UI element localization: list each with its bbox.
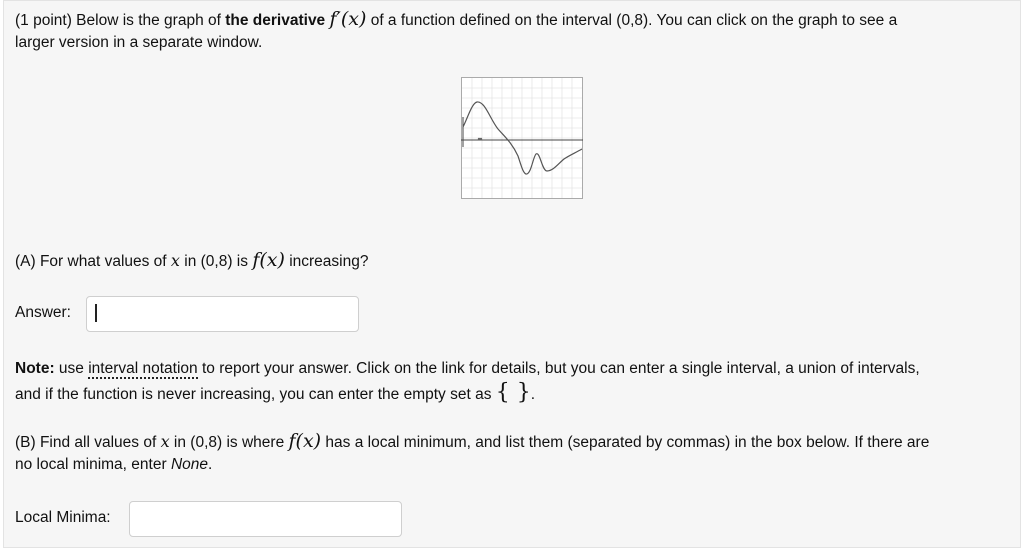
fx-expression: f(x) xyxy=(252,249,285,271)
problem-panel: (1 point) Below is the graph of the deri… xyxy=(3,0,1021,548)
fx-expression: f(x) xyxy=(288,430,322,452)
local-minima-label: Local Minima: xyxy=(15,509,111,526)
part-b-period: . xyxy=(208,456,213,473)
empty-set-symbol: { } xyxy=(495,380,531,405)
derivative-graph xyxy=(461,77,583,199)
note-line-2: and if the function is never increasing,… xyxy=(15,381,535,407)
part-b-line-2: no local minima, enter None. xyxy=(15,453,212,477)
answer-input[interactable] xyxy=(86,296,359,332)
part-b-text-4: no local minima, enter xyxy=(15,456,171,473)
axis-label-mark xyxy=(479,137,483,141)
x-variable: x xyxy=(160,432,170,451)
x-variable: x xyxy=(170,251,180,270)
answer-label: Answer: xyxy=(15,304,71,321)
note-period: . xyxy=(530,386,536,403)
part-a-text-1: (A) For what values of xyxy=(15,253,171,270)
intro-text-2: of a function defined on the interval (0… xyxy=(366,12,898,29)
part-a-text-3: increasing? xyxy=(284,253,369,270)
problem-intro: (1 point) Below is the graph of the deri… xyxy=(15,7,897,33)
fprime-expression: f′(x) xyxy=(329,8,367,30)
part-b-text-2: in (0,8) is where xyxy=(169,434,289,451)
note-text-1: use xyxy=(54,360,89,377)
text-caret xyxy=(95,304,97,322)
part-a-question: (A) For what values of x in (0,8) is f(x… xyxy=(15,248,368,274)
derivative-graph-thumbnail[interactable] xyxy=(461,77,583,199)
interval-notation-link[interactable]: interval notation xyxy=(88,360,198,379)
note-label: Note: xyxy=(15,360,55,377)
note-text-2: to report your answer. Click on the link… xyxy=(197,360,920,377)
part-a-text-2: in (0,8) is xyxy=(179,253,253,270)
none-keyword: None xyxy=(170,456,208,473)
part-b-text-3: has a local minimum, and list them (sepa… xyxy=(321,434,930,451)
problem-intro-line2: larger version in a separate window. xyxy=(15,34,263,51)
part-b-question: (B) Find all values of x in (0,8) is whe… xyxy=(15,429,929,455)
derivative-emphasis: the derivative xyxy=(225,12,326,29)
note-line-1: Note: use interval notation to report yo… xyxy=(15,357,920,381)
note-text-3: and if the function is never increasing,… xyxy=(15,386,496,403)
intro-text-1: Below is the graph of xyxy=(71,12,226,29)
part-b-text-1: (B) Find all values of xyxy=(15,434,161,451)
points-label: (1 point) xyxy=(15,12,72,29)
local-minima-input[interactable] xyxy=(129,501,402,537)
